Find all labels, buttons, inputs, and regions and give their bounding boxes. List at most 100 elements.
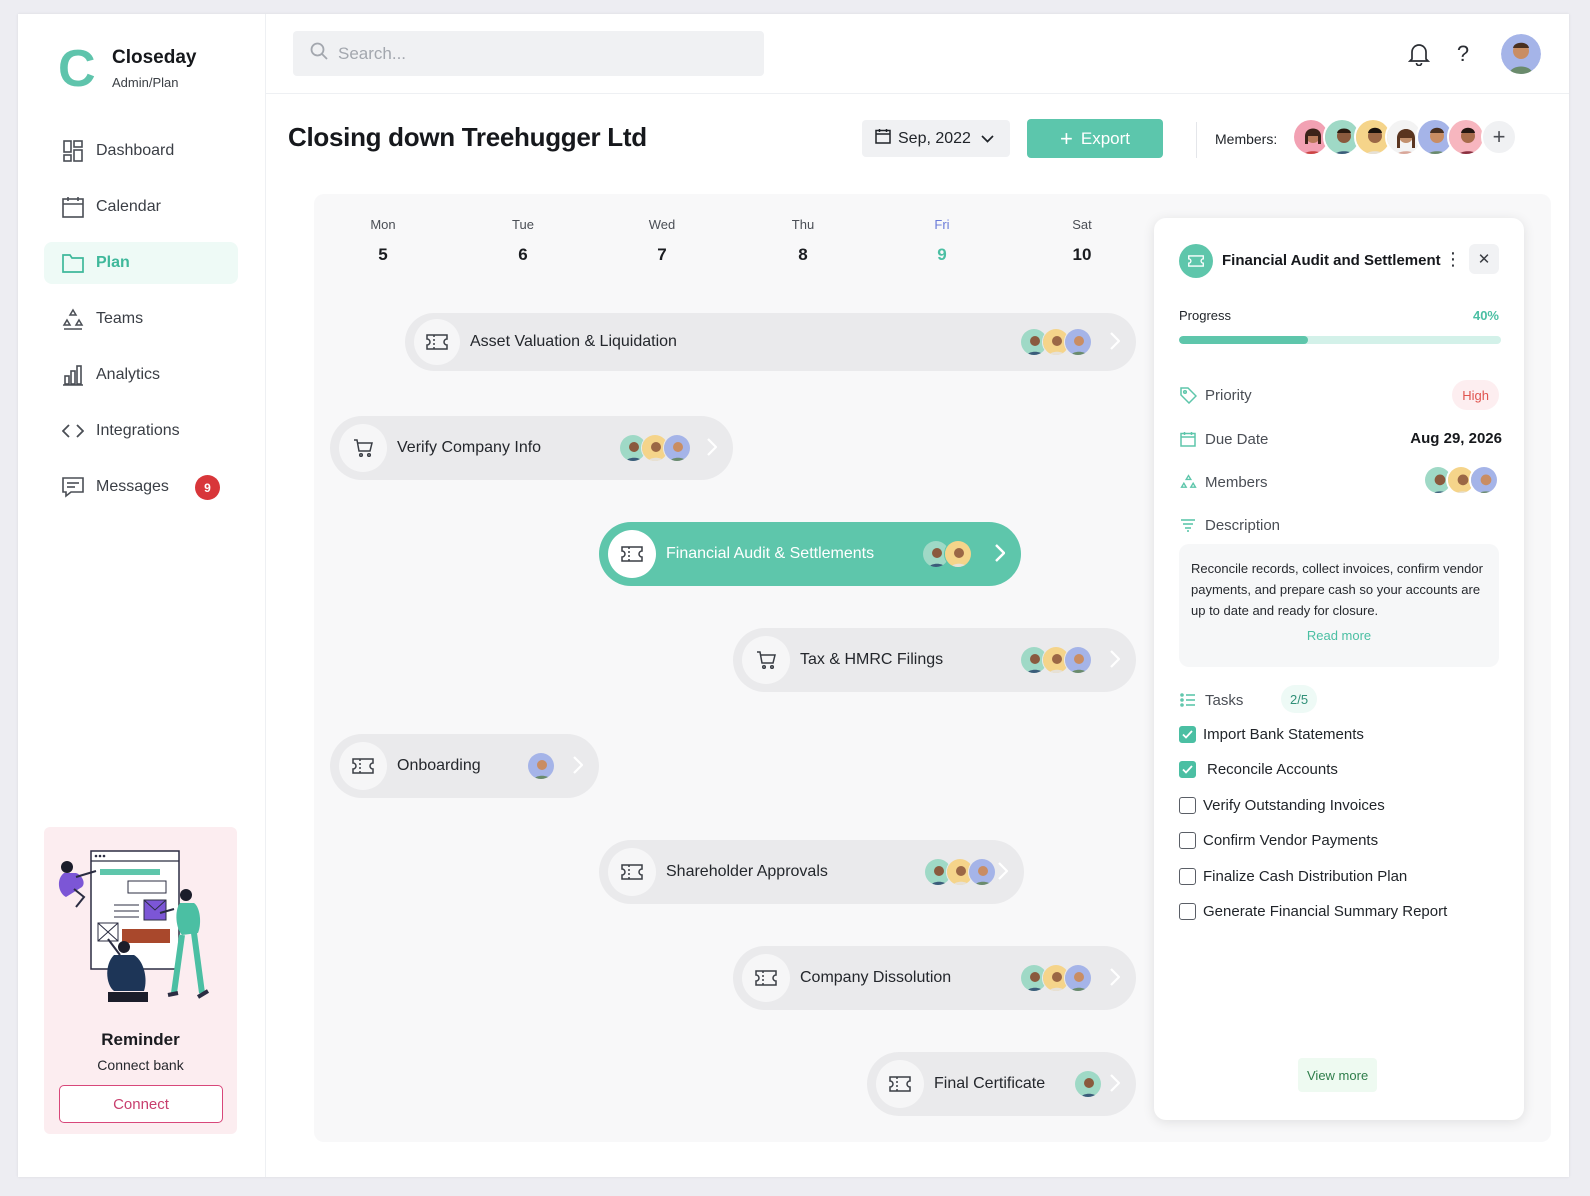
date-picker[interactable]: Sep, 2022 [862,120,1010,157]
members-avatars: + [1292,118,1517,156]
avatar [527,752,555,780]
task-checkbox-item[interactable]: Finalize Cash Distribution Plan [1179,868,1407,885]
tag-icon [1179,386,1197,404]
sidebar-item-label: Plan [96,254,130,271]
avatar [1064,328,1092,356]
task-bar[interactable]: Shareholder Approvals [599,840,1024,904]
chevron-right-icon [998,862,1009,885]
day-name: Thu [791,217,815,232]
checkbox-checked[interactable] [1179,726,1196,743]
task-members [1020,646,1092,674]
search-icon [310,42,328,65]
task-bar[interactable]: Final Certificate [867,1052,1136,1116]
task-bar[interactable]: Verify Company Info [330,416,733,480]
members-field: Members [1179,473,1268,491]
calendar-icon [875,128,891,149]
day-name: Wed [648,217,676,232]
search-bar[interactable] [293,31,764,76]
task-item-label: Verify Outstanding Invoices [1203,797,1385,814]
brand-logo: C [58,40,96,98]
read-more-link[interactable]: Read more [1191,628,1487,643]
connect-button[interactable]: Connect [59,1085,223,1123]
chevron-right-icon [707,438,718,461]
panel-member-avatars[interactable] [1423,465,1499,495]
sidebar-item-integrations[interactable]: Integrations [44,410,238,452]
export-button[interactable]: + Export [1027,119,1163,158]
search-input[interactable] [338,43,738,64]
task-detail-panel: Financial Audit and Settlement ⋮ ✕ Progr… [1154,218,1524,1120]
task-checkbox-item[interactable]: Reconcile Accounts [1179,761,1338,778]
day-column-header-today: Fri 9 [912,217,972,265]
checkbox-unchecked[interactable] [1179,797,1196,814]
folder-icon [62,252,84,274]
progress-fill [1179,336,1308,344]
chevron-right-icon [573,756,584,779]
task-bar[interactable]: Company Dissolution [733,946,1136,1010]
close-button[interactable]: ✕ [1469,244,1499,274]
header-divider [1196,122,1197,158]
date-label: Sep, 2022 [898,129,971,147]
reminder-illustration [58,850,210,1002]
task-members [924,858,996,886]
day-column-header: Sat 10 [1052,217,1112,265]
task-label: Tax & HMRC Filings [800,651,944,668]
reminder-title: Reminder [101,1030,180,1049]
task-checkbox-item[interactable]: Generate Financial Summary Report [1179,903,1447,920]
task-item-label: Confirm Vendor Payments [1203,832,1379,849]
reminder-card: Reminder Connect bank Connect [44,827,237,1134]
brand[interactable]: C Closeday Admin/Plan [58,40,197,98]
ticket-icon [608,530,656,578]
tasks-field: Tasks [1179,691,1243,709]
sidebar-item-label: Messages [96,478,169,495]
sidebar-item-calendar[interactable]: Calendar [44,186,238,228]
day-date: 9 [937,245,947,264]
task-bar-selected[interactable]: Financial Audit & Settlements [599,522,1021,586]
user-avatar[interactable] [1501,34,1541,74]
day-column-header: Thu 8 [773,217,833,265]
chevron-right-icon [1110,332,1121,355]
day-column-header: Wed 7 [632,217,692,265]
task-label: Financial Audit & Settlements [666,545,875,562]
members-label: Members: [1215,131,1278,147]
panel-title: Financial Audit and Settlement [1222,252,1441,269]
sidebar-item-messages[interactable]: Messages 9 [44,466,238,508]
brand-subtitle: Admin/Plan [112,74,179,90]
bell-icon[interactable] [1407,42,1431,66]
sidebar-item-dashboard[interactable]: Dashboard [44,130,238,172]
teams-icon [62,308,84,330]
day-date: 7 [657,245,667,264]
view-more-button[interactable]: View more [1298,1058,1378,1092]
task-item-label: Finalize Cash Distribution Plan [1203,868,1408,885]
task-item-label: Reconcile Accounts [1207,761,1338,778]
checkbox-unchecked[interactable] [1179,903,1196,920]
day-name: Mon [370,217,396,232]
task-checkbox-item[interactable]: Import Bank Statements [1179,726,1364,743]
sidebar-item-plan[interactable]: Plan [44,242,238,284]
task-bar[interactable]: Onboarding [330,734,599,798]
ticket-icon [414,319,460,365]
ticket-icon [339,742,387,790]
priority-badge[interactable]: High [1452,380,1499,410]
brand-name: Closeday [112,46,197,68]
checkbox-checked[interactable] [1179,761,1196,778]
sidebar: C Closeday Admin/Plan Dashboard Calendar [18,14,266,1177]
task-bar[interactable]: Tax & HMRC Filings [733,628,1136,692]
help-icon[interactable]: ? [1451,41,1475,66]
sidebar-item-teams[interactable]: Teams [44,298,238,340]
sidebar-item-analytics[interactable]: Analytics [44,354,238,396]
teams-icon [1179,473,1197,491]
checkbox-unchecked[interactable] [1179,832,1196,849]
progress-bar [1179,336,1501,344]
add-member-button[interactable]: + [1481,119,1517,155]
checkbox-unchecked[interactable] [1179,868,1196,885]
more-options-icon[interactable]: ⋮ [1444,250,1462,268]
due-date-value[interactable]: Aug 29, 2026 [1410,430,1502,447]
task-bar[interactable]: Asset Valuation & Liquidation [405,313,1136,371]
avatar[interactable] [1447,118,1485,156]
task-checkbox-item[interactable]: Verify Outstanding Invoices [1179,797,1385,814]
task-label: Shareholder Approvals [666,863,828,880]
tasks-count-badge: 2/5 [1281,685,1318,713]
app-window: C Closeday Admin/Plan Dashboard Calendar [18,14,1569,1177]
task-checkbox-item[interactable]: Confirm Vendor Payments [1179,832,1378,849]
day-name: Sat [1072,217,1092,232]
